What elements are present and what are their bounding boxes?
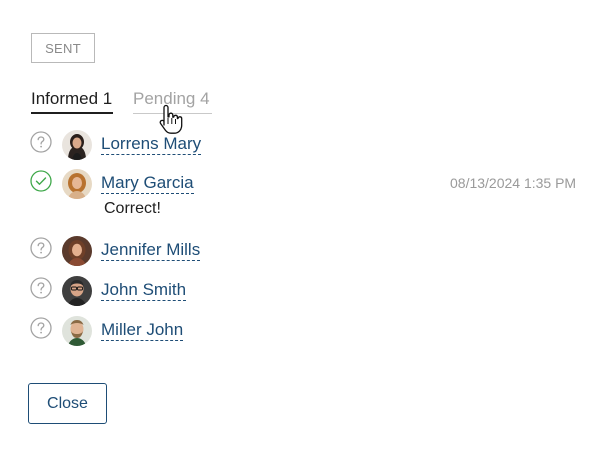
- recipient-name[interactable]: John Smith: [101, 280, 187, 301]
- avatar: [62, 276, 92, 306]
- recipient-name[interactable]: Jennifer Mills: [101, 240, 201, 261]
- response-comment: Correct!: [104, 200, 161, 217]
- recipient-name[interactable]: Mary Garcia: [101, 173, 194, 194]
- question-circle-icon: [30, 237, 52, 259]
- question-circle-icon: [30, 317, 52, 339]
- recipient-name[interactable]: Lorrens Mary: [101, 134, 202, 155]
- status-badge: SENT: [31, 33, 95, 63]
- avatar: [62, 130, 92, 160]
- check-circle-icon: [30, 170, 52, 192]
- recipient-name[interactable]: Miller John: [101, 320, 184, 341]
- question-circle-icon: [30, 277, 52, 299]
- response-timestamp: 08/13/2024 1:35 PM: [450, 175, 577, 191]
- avatar: [62, 236, 92, 266]
- question-circle-icon: [30, 131, 52, 153]
- close-button[interactable]: Close: [28, 383, 107, 424]
- avatar: [62, 169, 92, 199]
- tab-pending[interactable]: Pending 4: [133, 88, 212, 114]
- tab-informed[interactable]: Informed 1: [31, 88, 113, 114]
- avatar: [62, 316, 92, 346]
